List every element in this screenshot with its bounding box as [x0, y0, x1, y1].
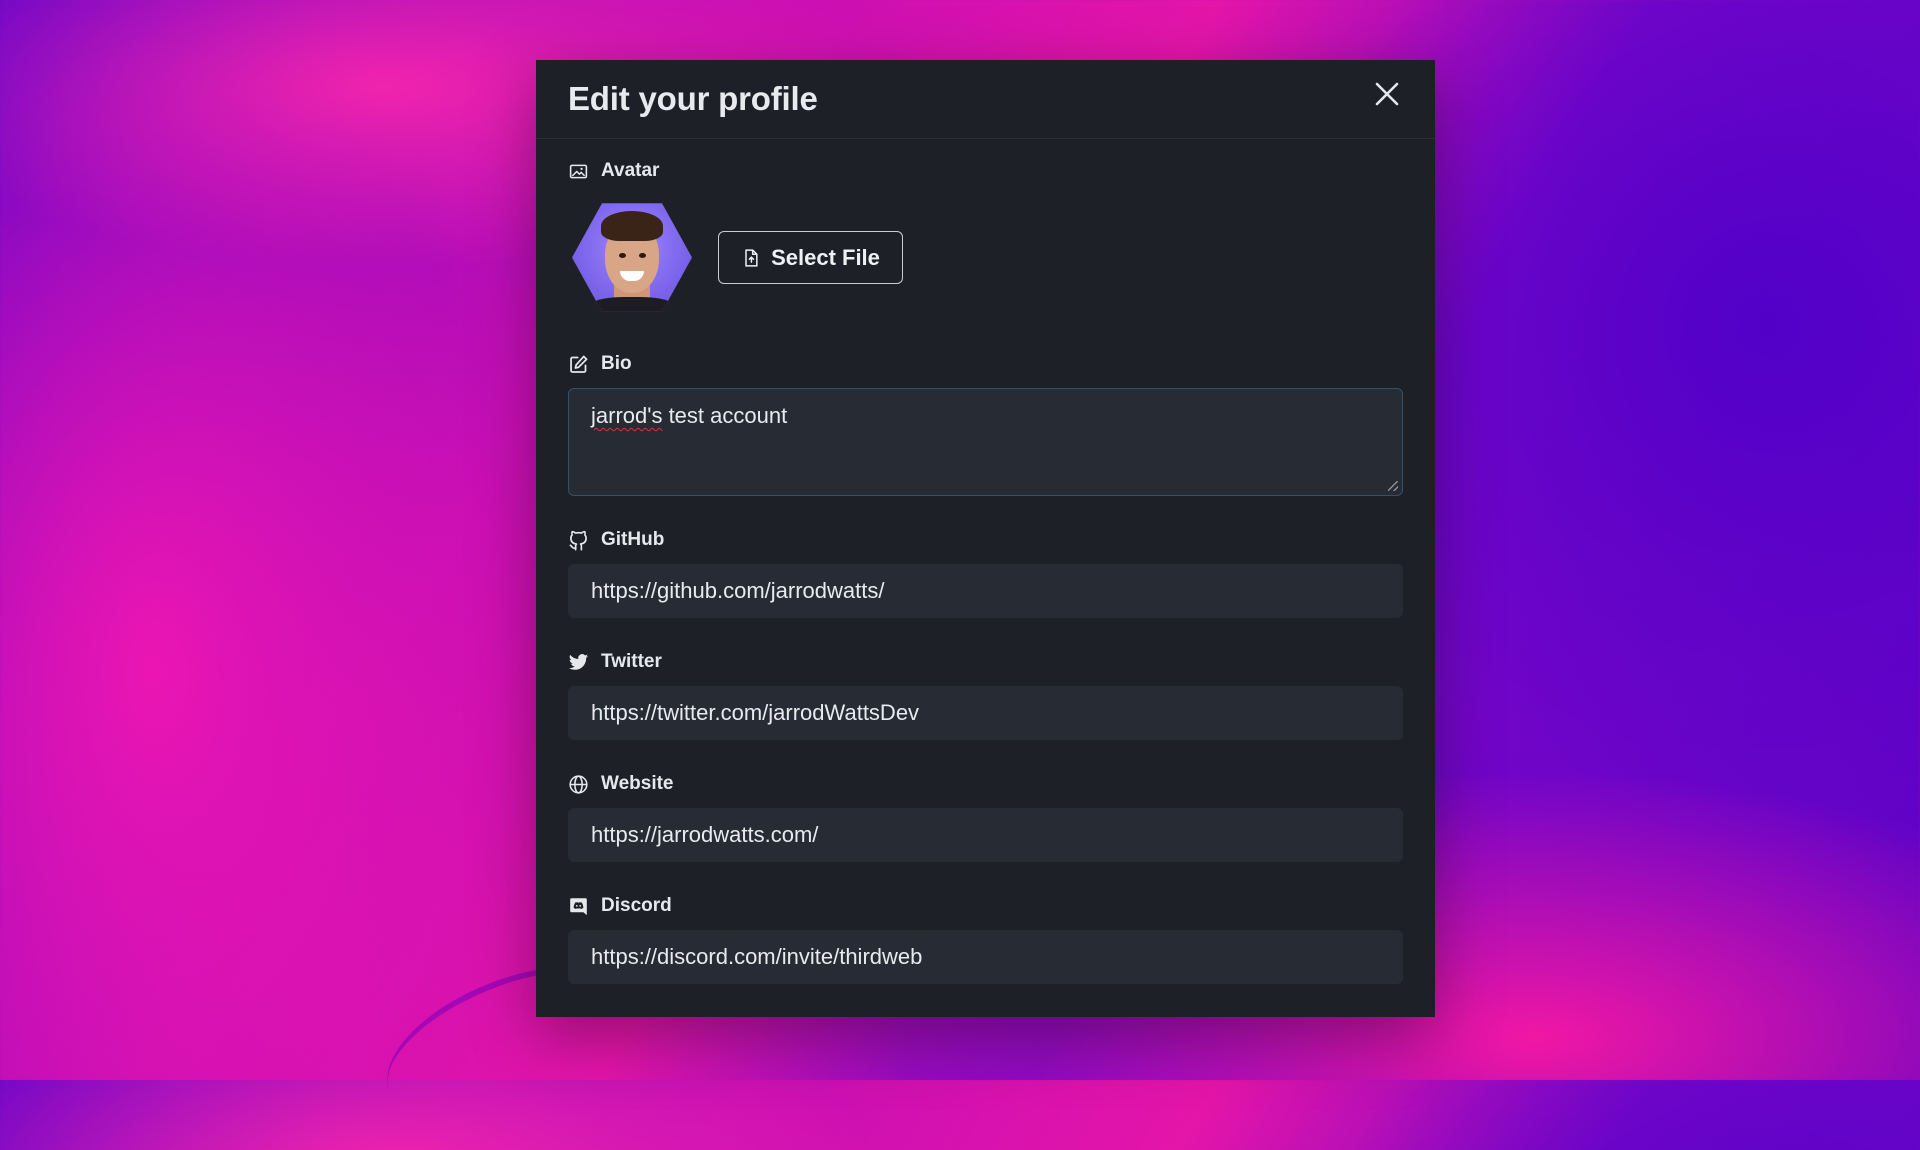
github-label-text: GitHub: [601, 529, 665, 550]
avatar-row: Select File: [568, 201, 1403, 314]
twitter-input[interactable]: https://twitter.com/jarrodWattsDev: [568, 686, 1403, 740]
website-input[interactable]: https://jarrodwatts.com/: [568, 808, 1403, 862]
twitter-label: Twitter: [568, 650, 1403, 674]
website-field: Website https://jarrodwatts.com/: [568, 772, 1403, 862]
select-file-button[interactable]: Select File: [718, 231, 903, 284]
discord-input[interactable]: https://discord.com/invite/thirdweb: [568, 930, 1403, 984]
image-icon: [569, 164, 588, 178]
github-icon: [569, 530, 587, 551]
modal-body: Avatar Select File Bio jarrod's test acc…: [536, 159, 1435, 984]
bio-textarea[interactable]: jarrod's test account: [568, 388, 1403, 496]
resize-handle[interactable]: [1388, 481, 1398, 491]
github-input[interactable]: https://github.com/jarrodwatts/: [568, 564, 1403, 618]
globe-icon: [569, 774, 588, 794]
modal-header: Edit your profile: [536, 60, 1435, 139]
twitter-label-text: Twitter: [601, 651, 662, 672]
twitter-field: Twitter https://twitter.com/jarrodWattsD…: [568, 650, 1403, 740]
bio-text-rest: test account: [662, 403, 788, 428]
avatar-label: Avatar: [568, 159, 1403, 183]
discord-label-text: Discord: [601, 895, 672, 916]
github-label: GitHub: [568, 528, 1403, 552]
discord-label: Discord: [568, 894, 1403, 918]
avatar: [572, 203, 692, 312]
edit-icon: [570, 355, 588, 373]
file-upload-icon: [745, 248, 758, 267]
twitter-icon: [568, 653, 589, 670]
website-label: Website: [568, 772, 1403, 796]
website-label-text: Website: [601, 773, 674, 794]
close-icon: [1375, 82, 1399, 106]
bio-label-text: Bio: [601, 353, 632, 374]
close-button[interactable]: [1371, 78, 1403, 110]
github-field: GitHub https://github.com/jarrodwatts/: [568, 528, 1403, 618]
modal-title: Edit your profile: [568, 80, 818, 117]
misspelled-word: jarrod's: [591, 403, 663, 428]
bio-field: Bio jarrod's test account: [568, 352, 1403, 496]
discord-field: Discord https://discord.com/invite/third…: [568, 894, 1403, 984]
edit-profile-modal: Edit your profile Avatar Select File Bio…: [536, 60, 1435, 1017]
avatar-label-text: Avatar: [601, 160, 660, 181]
discord-icon: [570, 897, 587, 915]
select-file-label: Select File: [771, 244, 880, 270]
bio-label: Bio: [568, 352, 1403, 376]
